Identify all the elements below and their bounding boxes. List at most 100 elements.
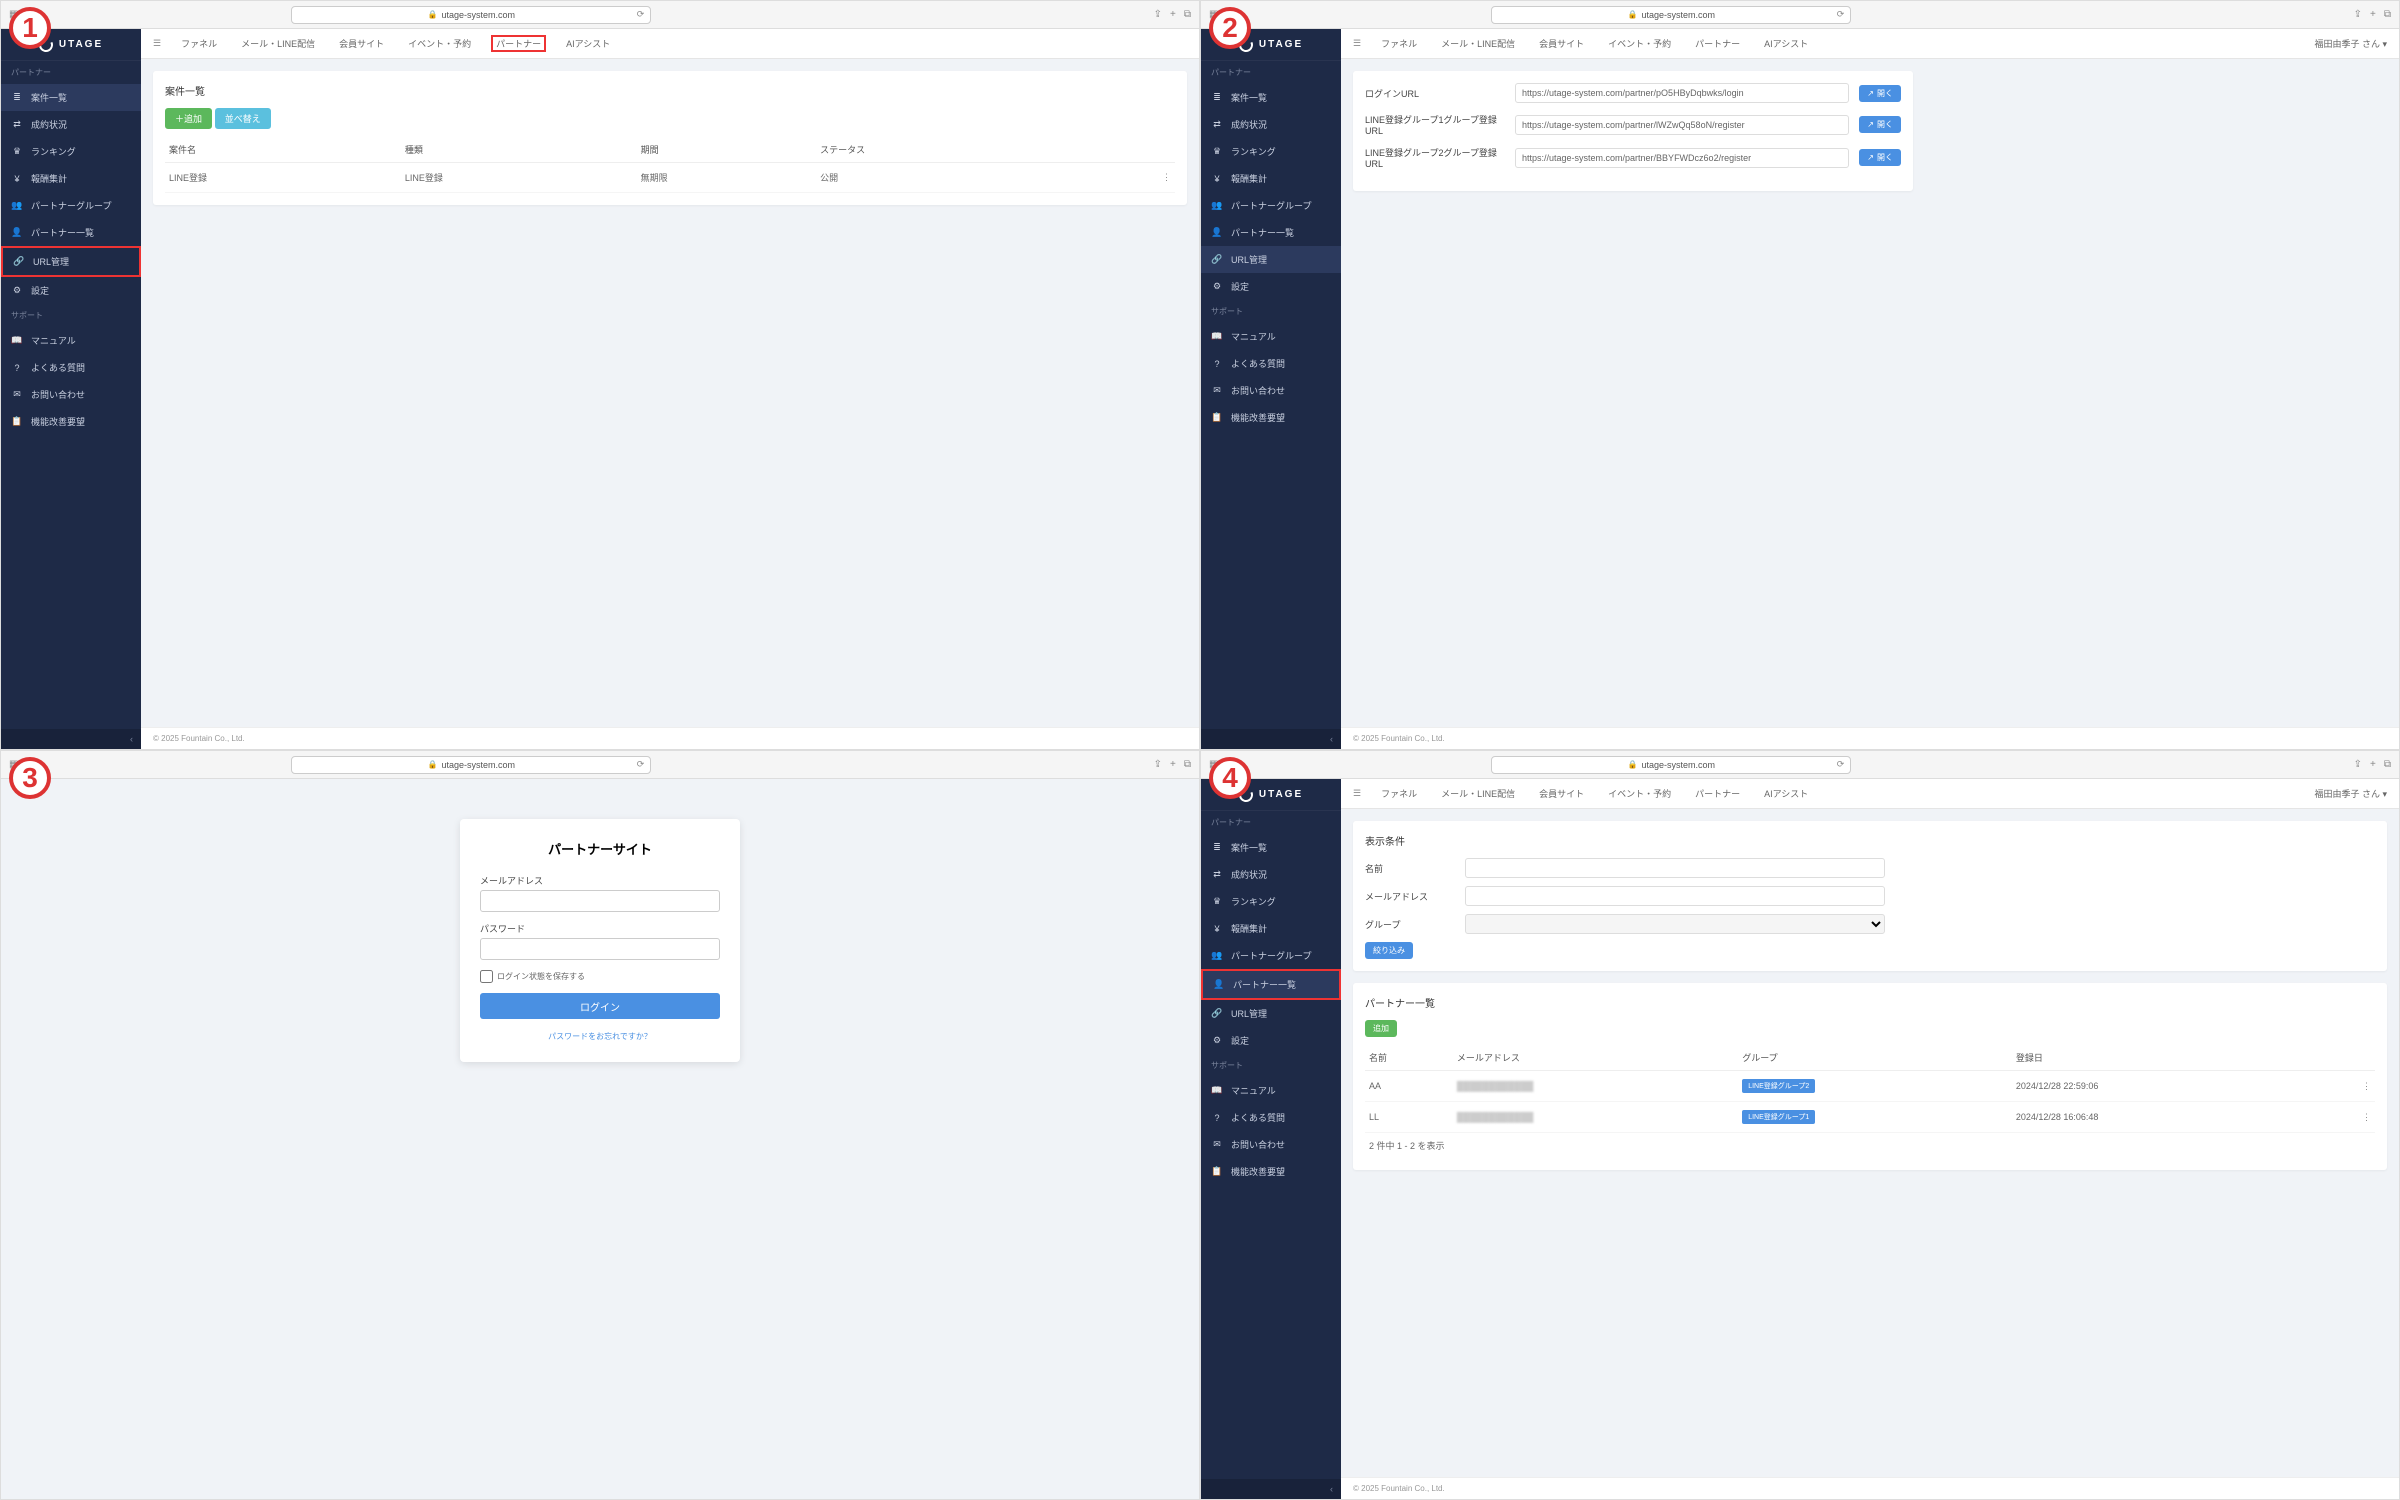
- sidebar-item-cases[interactable]: ≣案件一覧: [1201, 834, 1341, 861]
- filter-name-input[interactable]: [1465, 858, 1885, 878]
- sidebar-item-partner-group[interactable]: 👥パートナーグループ: [1201, 192, 1341, 219]
- newtab-icon[interactable]: +: [1170, 9, 1176, 20]
- sidebar-item-feedback[interactable]: 📋機能改善要望: [1201, 404, 1341, 431]
- sidebar-item-partner-group[interactable]: 👥パートナーグループ: [1, 192, 141, 219]
- share-icon[interactable]: ⇪: [2354, 9, 2362, 20]
- forgot-password-link[interactable]: パスワードをお忘れですか？: [548, 1032, 652, 1041]
- table-row[interactable]: LL ████████████ LINE登録グループ1 2024/12/28 1…: [1365, 1102, 2375, 1133]
- tab-member-site[interactable]: 会員サイト: [1535, 785, 1588, 802]
- sidebar-collapse[interactable]: ‹: [1, 729, 141, 749]
- sidebar-item-partner-list[interactable]: 👤パートナー一覧: [1201, 969, 1341, 1000]
- sidebar-item-manual[interactable]: 📖マニュアル: [1201, 323, 1341, 350]
- url-bar[interactable]: 🔒 utage-system.com ⟳: [291, 6, 651, 24]
- sidebar-item-url-manage[interactable]: 🔗URL管理: [1201, 1000, 1341, 1027]
- url-input[interactable]: [1515, 148, 1849, 168]
- sidebar-item-manual[interactable]: 📖マニュアル: [1201, 1077, 1341, 1104]
- hamburger-icon[interactable]: ☰: [1353, 38, 1361, 49]
- hamburger-icon[interactable]: ☰: [1353, 788, 1361, 799]
- tab-ai-assist[interactable]: AIアシスト: [1760, 785, 1812, 802]
- sidebar-item-rewards[interactable]: ¥報酬集計: [1201, 915, 1341, 942]
- tab-ai-assist[interactable]: AIアシスト: [1760, 35, 1812, 52]
- newtab-icon[interactable]: +: [2370, 759, 2376, 770]
- login-button[interactable]: ログイン: [480, 993, 720, 1019]
- sidebar-item-faq[interactable]: ?よくある質問: [1201, 350, 1341, 377]
- filter-submit-button[interactable]: 絞り込み: [1365, 942, 1413, 959]
- user-menu[interactable]: 福田由季子 さん ▾: [2314, 787, 2387, 800]
- sidebar-item-feedback[interactable]: 📋機能改善要望: [1201, 1158, 1341, 1185]
- filter-group-select[interactable]: [1465, 914, 1885, 934]
- tabs-icon[interactable]: ⧉: [1184, 9, 1191, 20]
- sidebar-item-contracts[interactable]: ⇄成約状況: [1201, 861, 1341, 888]
- tab-event[interactable]: イベント・予約: [1604, 35, 1675, 52]
- filter-email-input[interactable]: [1465, 886, 1885, 906]
- sidebar-item-manual[interactable]: 📖マニュアル: [1, 327, 141, 354]
- reload-icon[interactable]: ⟳: [1837, 759, 1845, 770]
- tab-mail-line[interactable]: メール・LINE配信: [237, 35, 319, 52]
- sidebar-item-faq[interactable]: ?よくある質問: [1201, 1104, 1341, 1131]
- email-field[interactable]: [480, 890, 720, 912]
- tab-member-site[interactable]: 会員サイト: [1535, 35, 1588, 52]
- sidebar-item-contracts[interactable]: ⇄成約状況: [1, 111, 141, 138]
- user-menu[interactable]: 福田由季子 さん ▾: [2314, 37, 2387, 50]
- tab-funnel[interactable]: ファネル: [1377, 35, 1421, 52]
- sidebar-item-partner-group[interactable]: 👥パートナーグループ: [1201, 942, 1341, 969]
- sidebar-item-contact[interactable]: ✉お問い合わせ: [1201, 377, 1341, 404]
- tab-ai-assist[interactable]: AIアシスト: [562, 35, 614, 52]
- sidebar-item-ranking[interactable]: ♛ランキング: [1, 138, 141, 165]
- tabs-icon[interactable]: ⧉: [1184, 759, 1191, 770]
- tab-event[interactable]: イベント・予約: [1604, 785, 1675, 802]
- sidebar-item-rewards[interactable]: ¥報酬集計: [1201, 165, 1341, 192]
- tab-partner[interactable]: パートナー: [1691, 35, 1744, 52]
- sidebar-item-contracts[interactable]: ⇄成約状況: [1201, 111, 1341, 138]
- sidebar-item-url-manage[interactable]: 🔗URL管理: [1, 246, 141, 277]
- url-bar[interactable]: 🔒 utage-system.com ⟳: [291, 756, 651, 774]
- table-row[interactable]: LINE登録 LINE登録 無期限 公開 ⋮: [165, 163, 1175, 193]
- tab-member-site[interactable]: 会員サイト: [335, 35, 388, 52]
- tab-funnel[interactable]: ファネル: [1377, 785, 1421, 802]
- sidebar-item-settings[interactable]: ⚙設定: [1, 277, 141, 304]
- sidebar-item-settings[interactable]: ⚙設定: [1201, 1027, 1341, 1054]
- add-partner-button[interactable]: 追加: [1365, 1020, 1397, 1037]
- newtab-icon[interactable]: +: [2370, 9, 2376, 20]
- sidebar-item-ranking[interactable]: ♛ランキング: [1201, 888, 1341, 915]
- add-button[interactable]: ＋追加: [165, 108, 212, 129]
- row-menu-icon[interactable]: ⋮: [1162, 172, 1171, 183]
- tab-event[interactable]: イベント・予約: [404, 35, 475, 52]
- sidebar-item-partner-list[interactable]: 👤パートナー一覧: [1, 219, 141, 246]
- sidebar-item-contact[interactable]: ✉お問い合わせ: [1, 381, 141, 408]
- reload-icon[interactable]: ⟳: [637, 9, 645, 20]
- table-row[interactable]: AA ████████████ LINE登録グループ2 2024/12/28 2…: [1365, 1071, 2375, 1102]
- row-menu-icon[interactable]: ⋮: [2362, 1112, 2371, 1123]
- sort-button[interactable]: 並べ替え: [215, 108, 271, 129]
- sidebar-item-cases[interactable]: ≣案件一覧: [1201, 84, 1341, 111]
- newtab-icon[interactable]: +: [1170, 759, 1176, 770]
- hamburger-icon[interactable]: ☰: [153, 38, 161, 49]
- url-input[interactable]: [1515, 115, 1849, 135]
- password-field[interactable]: [480, 938, 720, 960]
- sidebar-item-contact[interactable]: ✉お問い合わせ: [1201, 1131, 1341, 1158]
- share-icon[interactable]: ⇪: [2354, 759, 2362, 770]
- sidebar-item-faq[interactable]: ?よくある質問: [1, 354, 141, 381]
- tab-partner[interactable]: パートナー: [1691, 785, 1744, 802]
- remember-checkbox-input[interactable]: [480, 970, 493, 983]
- open-button[interactable]: ↗開く: [1859, 116, 1901, 133]
- url-bar[interactable]: 🔒 utage-system.com ⟳: [1491, 6, 1851, 24]
- tab-funnel[interactable]: ファネル: [177, 35, 221, 52]
- url-bar[interactable]: 🔒 utage-system.com ⟳: [1491, 756, 1851, 774]
- reload-icon[interactable]: ⟳: [637, 759, 645, 770]
- share-icon[interactable]: ⇪: [1154, 9, 1162, 20]
- reload-icon[interactable]: ⟳: [1837, 9, 1845, 20]
- sidebar-item-feedback[interactable]: 📋機能改善要望: [1, 408, 141, 435]
- sidebar-item-ranking[interactable]: ♛ランキング: [1201, 138, 1341, 165]
- row-menu-icon[interactable]: ⋮: [2362, 1081, 2371, 1092]
- sidebar-item-settings[interactable]: ⚙設定: [1201, 273, 1341, 300]
- sidebar-item-url-manage[interactable]: 🔗URL管理: [1201, 246, 1341, 273]
- sidebar-collapse[interactable]: ‹: [1201, 1479, 1341, 1499]
- sidebar-item-rewards[interactable]: ¥報酬集計: [1, 165, 141, 192]
- open-button[interactable]: ↗開く: [1859, 85, 1901, 102]
- sidebar-item-partner-list[interactable]: 👤パートナー一覧: [1201, 219, 1341, 246]
- tab-mail-line[interactable]: メール・LINE配信: [1437, 785, 1519, 802]
- sidebar-item-cases[interactable]: ≣案件一覧: [1, 84, 141, 111]
- remember-checkbox[interactable]: ログイン状態を保存する: [480, 970, 720, 983]
- url-input[interactable]: [1515, 83, 1849, 103]
